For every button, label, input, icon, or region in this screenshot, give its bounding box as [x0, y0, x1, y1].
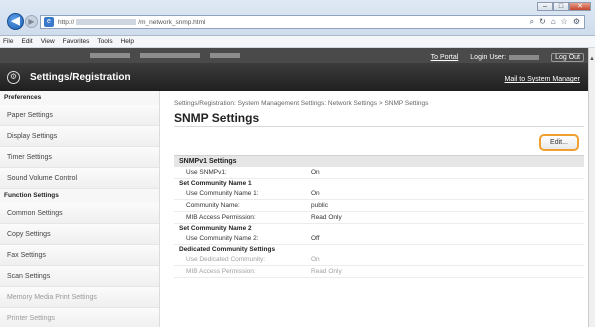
address-tools: ⌕ ↻ ⌂ ☆ ⚙	[530, 17, 580, 27]
refresh-icon[interactable]: ↻	[539, 17, 546, 27]
sidebar-item-fax-settings[interactable]: Fax Settings	[0, 245, 159, 266]
redacted-device-extra	[210, 53, 240, 58]
sidebar-item-memory-media-print-settings[interactable]: Memory Media Print Settings	[0, 287, 159, 308]
redacted-device-series	[140, 53, 200, 58]
scroll-up-icon[interactable]: ▲	[589, 56, 595, 64]
header-title-row: ⚙ Settings/Registration	[0, 63, 588, 91]
log-out-button[interactable]: Log Out	[551, 53, 584, 62]
setting-label: Community Name:	[186, 202, 240, 209]
search-icon[interactable]: ⌕	[530, 17, 534, 27]
setting-row-use-community-name-2: Use Community Name 2: Off	[174, 233, 584, 245]
sidebar-item-sound-volume-control[interactable]: Sound Volume Control	[0, 168, 159, 189]
close-button[interactable]: ✕	[569, 2, 591, 11]
subsection-community-name-1: Set Community Name 1	[179, 180, 252, 187]
menu-favorites[interactable]: Favorites	[63, 38, 90, 45]
settings-app-icon: ⚙	[7, 71, 20, 84]
url-suffix: /m_network_snmp.html	[138, 18, 206, 26]
setting-row-use-snmpv1: Use SNMPv1: On	[174, 167, 584, 179]
setting-label: MIB Access Permission:	[186, 214, 256, 221]
page-header: ⚙ Settings/Registration To Portal Login …	[0, 48, 588, 91]
login-user-label: Login User:	[470, 54, 507, 61]
browser-titlebar: – □ ✕ ◀ ▶ e http:// /m_network_snmp.html…	[0, 0, 595, 36]
app-title: Settings/Registration	[30, 72, 131, 83]
forward-button[interactable]: ▶	[25, 15, 38, 28]
setting-value: Off	[311, 235, 320, 242]
sidebar-item-timer-settings[interactable]: Timer Settings	[0, 147, 159, 168]
setting-label: Use Community Name 2:	[186, 235, 259, 242]
to-portal-link[interactable]: To Portal	[431, 54, 459, 61]
setting-value: On	[311, 256, 320, 263]
setting-value: Read Only	[311, 268, 342, 275]
ie-favicon-icon: e	[44, 17, 54, 27]
menu-tools[interactable]: Tools	[97, 38, 112, 45]
window-controls: – □ ✕	[537, 2, 591, 11]
page-scrollbar[interactable]: ▲	[588, 48, 595, 327]
title-divider	[174, 126, 584, 127]
sidebar-item-common-settings[interactable]: Common Settings	[0, 203, 159, 224]
menu-file[interactable]: File	[3, 38, 13, 45]
home-icon[interactable]: ⌂	[551, 17, 556, 27]
redacted-device-name	[90, 53, 130, 58]
minimize-button[interactable]: –	[537, 2, 553, 11]
edit-button[interactable]: Edit...	[539, 134, 579, 151]
subsection-dedicated-community: Dedicated Community Settings	[179, 246, 276, 253]
url-text[interactable]: http:// /m_network_snmp.html	[58, 19, 205, 26]
setting-label: Use Community Name 1:	[186, 190, 259, 197]
favorites-icon[interactable]: ☆	[561, 17, 568, 27]
login-user: Login User:	[470, 54, 540, 61]
section-snmpv1-settings: SNMPv1 Settings	[174, 155, 584, 167]
setting-label: MIB Access Permission:	[186, 268, 256, 275]
setting-value: On	[311, 190, 320, 197]
url-prefix: http://	[58, 18, 75, 26]
header-nav: To Portal Login User: Log Out	[431, 53, 584, 62]
setting-label: Use SNMPv1:	[186, 169, 227, 176]
setting-label: Use Dedicated Community:	[186, 256, 266, 263]
back-button[interactable]: ◀	[7, 13, 24, 30]
main-content: Settings/Registration: System Management…	[168, 91, 584, 327]
tools-gear-icon[interactable]: ⚙	[573, 17, 580, 27]
setting-value: On	[311, 169, 320, 176]
sidebar: Preferences Paper Settings Display Setti…	[0, 91, 160, 327]
sidebar-item-display-settings[interactable]: Display Settings	[0, 126, 159, 147]
sidebar-section-function-settings: Function Settings	[4, 192, 59, 199]
setting-row-mib-access-permission-1: MIB Access Permission: Read Only	[174, 212, 584, 224]
page-title: SNMP Settings	[174, 111, 260, 125]
setting-row-use-dedicated-community: Use Dedicated Community: On	[174, 254, 584, 266]
sidebar-item-paper-settings[interactable]: Paper Settings	[0, 105, 159, 126]
subsection-community-name-2: Set Community Name 2	[179, 225, 252, 232]
setting-row-mib-access-permission-dedicated: MIB Access Permission: Read Only	[174, 266, 584, 278]
sidebar-item-printer-settings[interactable]: Printer Settings	[0, 308, 159, 327]
menu-view[interactable]: View	[41, 38, 55, 45]
mail-to-system-manager-link[interactable]: Mail to System Manager	[505, 76, 580, 83]
sidebar-item-scan-settings[interactable]: Scan Settings	[0, 266, 159, 287]
maximize-button[interactable]: □	[553, 2, 569, 11]
redacted-username	[509, 54, 540, 60]
setting-value: Read Only	[311, 214, 342, 221]
address-bar[interactable]: e http:// /m_network_snmp.html ⌕ ↻ ⌂ ☆ ⚙	[40, 15, 585, 29]
sidebar-item-copy-settings[interactable]: Copy Settings	[0, 224, 159, 245]
breadcrumb: Settings/Registration: System Management…	[174, 100, 429, 107]
snmp-settings-table: SNMPv1 Settings Use SNMPv1: On Set Commu…	[174, 155, 584, 278]
setting-row-use-community-name-1: Use Community Name 1: On	[174, 188, 584, 200]
url-redacted-host	[76, 19, 137, 25]
setting-value: public	[311, 202, 328, 209]
sidebar-section-preferences: Preferences	[4, 94, 42, 101]
menu-help[interactable]: Help	[121, 38, 134, 45]
browser-menubar: File Edit View Favorites Tools Help	[0, 36, 595, 48]
menu-edit[interactable]: Edit	[21, 38, 32, 45]
setting-row-community-name: Community Name: public	[174, 200, 584, 212]
